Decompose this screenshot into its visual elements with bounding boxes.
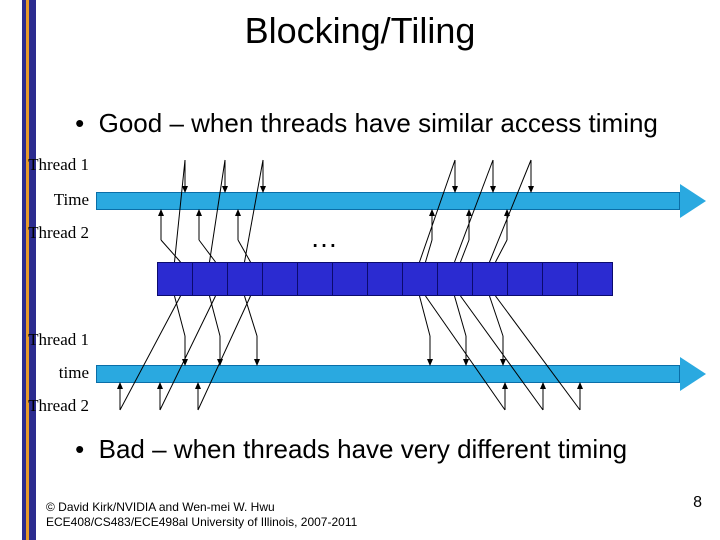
footer-line2: ECE408/CS483/ECE498al University of Illi…: [46, 515, 357, 530]
memory-tile: [192, 262, 228, 296]
bullet-dot-icon: •: [68, 434, 91, 465]
memory-tile: [542, 262, 578, 296]
memory-tile: [227, 262, 263, 296]
ellipsis-upper: …: [310, 222, 344, 254]
memory-tile: [157, 262, 193, 296]
label-time-upper: Time: [14, 190, 89, 210]
side-stripe: [22, 0, 36, 540]
memory-tile: [507, 262, 543, 296]
memory-tile: [297, 262, 333, 296]
slide-title: Blocking/Tiling: [0, 10, 720, 52]
bullet-good-text: Good – when threads have similar access …: [99, 108, 658, 138]
page-number: 8: [693, 494, 702, 512]
bullet-good: • Good – when threads have similar acces…: [68, 108, 658, 139]
memory-tile: [437, 262, 473, 296]
slide: Blocking/Tiling • Good – when threads ha…: [0, 0, 720, 540]
time-arrow-upper: [96, 184, 706, 218]
bullet-bad-text: Bad – when threads have very different t…: [99, 434, 628, 464]
tile-row-upper: [157, 262, 613, 296]
footer-line1: © David Kirk/NVIDIA and Wen-mei W. Hwu: [46, 500, 357, 515]
memory-tile: [577, 262, 613, 296]
label-thread2-upper: Thread 2: [14, 223, 89, 243]
memory-tile: [332, 262, 368, 296]
footer: © David Kirk/NVIDIA and Wen-mei W. Hwu E…: [46, 500, 357, 530]
time-arrow-lower: [96, 357, 706, 391]
bullet-dot-icon: •: [68, 108, 91, 139]
label-time-lower: time: [14, 363, 89, 383]
memory-tile: [402, 262, 438, 296]
label-thread1-upper: Thread 1: [14, 155, 89, 175]
bullet-bad: • Bad – when threads have very different…: [68, 434, 627, 465]
memory-tile: [367, 262, 403, 296]
label-thread1-lower: Thread 1: [14, 330, 89, 350]
memory-tile: [472, 262, 508, 296]
label-thread2-lower: Thread 2: [14, 396, 89, 416]
memory-tile: [262, 262, 298, 296]
